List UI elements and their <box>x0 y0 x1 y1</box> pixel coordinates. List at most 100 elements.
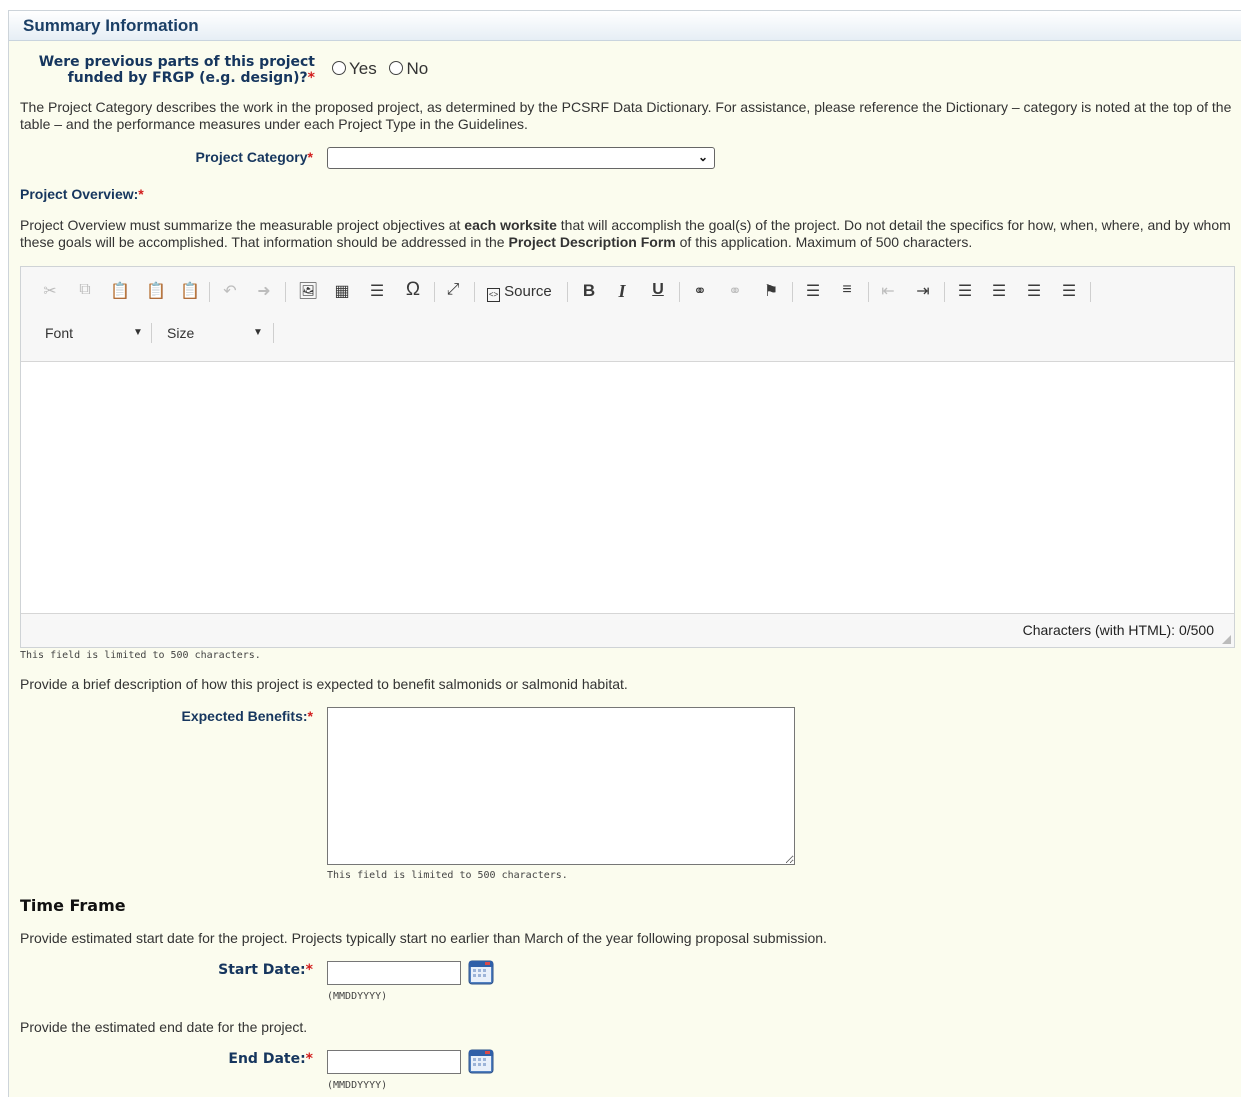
required-marker: * <box>305 1051 313 1067</box>
toolbar-separator <box>1090 282 1091 302</box>
overview-help-part3: of this application. Maximum of 500 char… <box>675 234 973 250</box>
benefits-help-text: Provide a brief description of how this … <box>20 676 628 692</box>
calendar-icon[interactable] <box>467 958 495 986</box>
paste-text-icon[interactable]: 📋 <box>145 281 167 301</box>
toolbar-separator <box>273 323 274 343</box>
radio-no[interactable]: No <box>389 59 428 78</box>
radio-yes-label[interactable]: Yes <box>349 59 377 78</box>
summary-panel: Summary Information Were previous parts … <box>8 10 1241 1097</box>
font-combo-label: Font <box>45 325 74 341</box>
project-category-label: Project Category* <box>19 149 314 165</box>
end-date-label: End Date:* <box>19 1051 313 1067</box>
editor-status-bar: Characters (with HTML): 0/500 <box>21 613 1234 647</box>
time-frame-title: Time Frame <box>20 896 126 915</box>
start-date-input[interactable] <box>327 961 461 985</box>
toolbar-separator <box>792 282 793 302</box>
bulleted-list-icon[interactable]: ≡ <box>836 281 858 299</box>
benefits-limit-note: This field is limited to 500 characters. <box>327 870 568 881</box>
resize-grip-icon[interactable] <box>1222 635 1231 644</box>
project-category-label-text: Project Category <box>195 149 308 165</box>
size-combo-label: Size <box>167 325 195 341</box>
required-marker: * <box>307 70 315 86</box>
project-overview-label: Project Overview:* <box>20 186 144 202</box>
end-date-help: Provide the estimated end date for the p… <box>20 1019 308 1035</box>
expected-benefits-textarea[interactable] <box>327 707 795 865</box>
toolbar-separator <box>679 282 680 302</box>
link-icon[interactable]: ⚭ <box>689 281 711 301</box>
toolbar-separator <box>285 282 286 302</box>
align-right-icon[interactable]: ☰ <box>1023 281 1045 301</box>
font-combo[interactable]: Font ▼ <box>45 325 143 341</box>
paste-word-icon[interactable]: 📋 <box>179 281 201 301</box>
expected-benefits-label: Expected Benefits:* <box>19 708 314 724</box>
character-count: Characters (with HTML): 0/500 <box>1022 622 1214 638</box>
calendar-icon[interactable] <box>467 1047 495 1075</box>
funding-radio-group: Yes No <box>332 59 428 79</box>
source-icon: <> <box>487 288 500 302</box>
outdent-icon[interactable]: ⇤ <box>877 281 899 301</box>
end-date-label-text: End Date: <box>228 1051 306 1067</box>
caret-down-icon: ▼ <box>253 327 263 338</box>
source-label: Source <box>504 283 552 300</box>
funding-question-line2: funded by FRGP (e.g. design)? <box>67 70 308 86</box>
horizontal-line-icon[interactable]: ☰ <box>366 281 388 301</box>
anchor-flag-icon[interactable]: ⚑ <box>760 281 782 301</box>
radio-no-circle[interactable] <box>389 61 404 75</box>
section-title: Summary Information <box>23 16 199 35</box>
required-marker: * <box>307 708 313 724</box>
start-date-label: Start Date:* <box>19 962 313 978</box>
required-marker: * <box>307 149 313 165</box>
toolbar-separator <box>434 282 435 302</box>
rich-text-editor: ✂ ⧉ 📋 📋 📋 ↶ ➜ 🖼 ▦ ☰ Ω ⤢ <> Source B I U <box>20 266 1235 648</box>
start-date-format: (MMDDYYYY) <box>327 991 388 1002</box>
cut-icon[interactable]: ✂ <box>39 281 61 301</box>
overview-help-part1: Project Overview must summarize the meas… <box>20 217 465 233</box>
expected-benefits-label-text: Expected Benefits: <box>181 708 308 724</box>
radio-yes-circle[interactable] <box>332 61 346 75</box>
radio-no-label[interactable]: No <box>406 59 428 78</box>
paste-icon[interactable]: 📋 <box>109 281 131 301</box>
category-help-text: The Project Category describes the work … <box>20 99 1232 132</box>
required-marker: * <box>305 962 313 978</box>
editor-toolbar: ✂ ⧉ 📋 📋 📋 ↶ ➜ 🖼 ▦ ☰ Ω ⤢ <> Source B I U <box>21 267 1234 362</box>
redo-icon[interactable]: ➜ <box>253 281 275 301</box>
overview-help-bold2: Project Description Form <box>508 234 676 250</box>
toolbar-separator <box>474 282 475 302</box>
unlink-icon[interactable]: ⚭ <box>724 281 746 301</box>
start-date-help: Provide estimated start date for the pro… <box>20 930 827 946</box>
project-category-select[interactable]: ⌄ <box>327 147 715 169</box>
funding-question-line1: Were previous parts of this project <box>38 54 315 70</box>
italic-icon[interactable]: I <box>611 281 633 302</box>
toolbar-separator <box>868 282 869 302</box>
overview-help-bold1: each worksite <box>464 217 557 233</box>
table-icon[interactable]: ▦ <box>331 281 353 301</box>
undo-icon[interactable]: ↶ <box>219 281 241 301</box>
project-overview-help: Project Overview must summarize the meas… <box>20 217 1235 251</box>
maximize-icon[interactable]: ⤢ <box>442 281 464 299</box>
end-date-format: (MMDDYYYY) <box>327 1080 388 1091</box>
start-date-label-text: Start Date: <box>218 962 306 978</box>
justify-icon[interactable]: ☰ <box>1058 281 1080 301</box>
special-char-icon[interactable]: Ω <box>402 279 424 301</box>
numbered-list-icon[interactable]: ☰ <box>802 281 824 301</box>
radio-yes[interactable]: Yes <box>332 59 377 78</box>
overview-limit-note: This field is limited to 500 characters. <box>20 650 261 661</box>
chevron-down-icon: ⌄ <box>697 150 708 164</box>
copy-icon[interactable]: ⧉ <box>74 281 96 299</box>
toolbar-separator <box>944 282 945 302</box>
editor-content-area[interactable] <box>21 362 1234 613</box>
underline-icon[interactable]: U <box>647 281 669 299</box>
indent-icon[interactable]: ⇥ <box>912 281 934 301</box>
section-header: Summary Information <box>9 11 1241 41</box>
bold-icon[interactable]: B <box>578 281 600 301</box>
image-icon[interactable]: 🖼 <box>297 281 319 301</box>
align-center-icon[interactable]: ☰ <box>988 281 1010 301</box>
align-left-icon[interactable]: ☰ <box>954 281 976 301</box>
end-date-input[interactable] <box>327 1050 461 1074</box>
source-button[interactable]: <> Source <box>487 283 552 302</box>
funding-question-label: Were previous parts of this project fund… <box>19 54 315 86</box>
size-combo[interactable]: Size ▼ <box>167 325 263 341</box>
toolbar-separator <box>567 282 568 302</box>
required-marker: * <box>138 186 144 202</box>
toolbar-separator <box>151 323 152 343</box>
